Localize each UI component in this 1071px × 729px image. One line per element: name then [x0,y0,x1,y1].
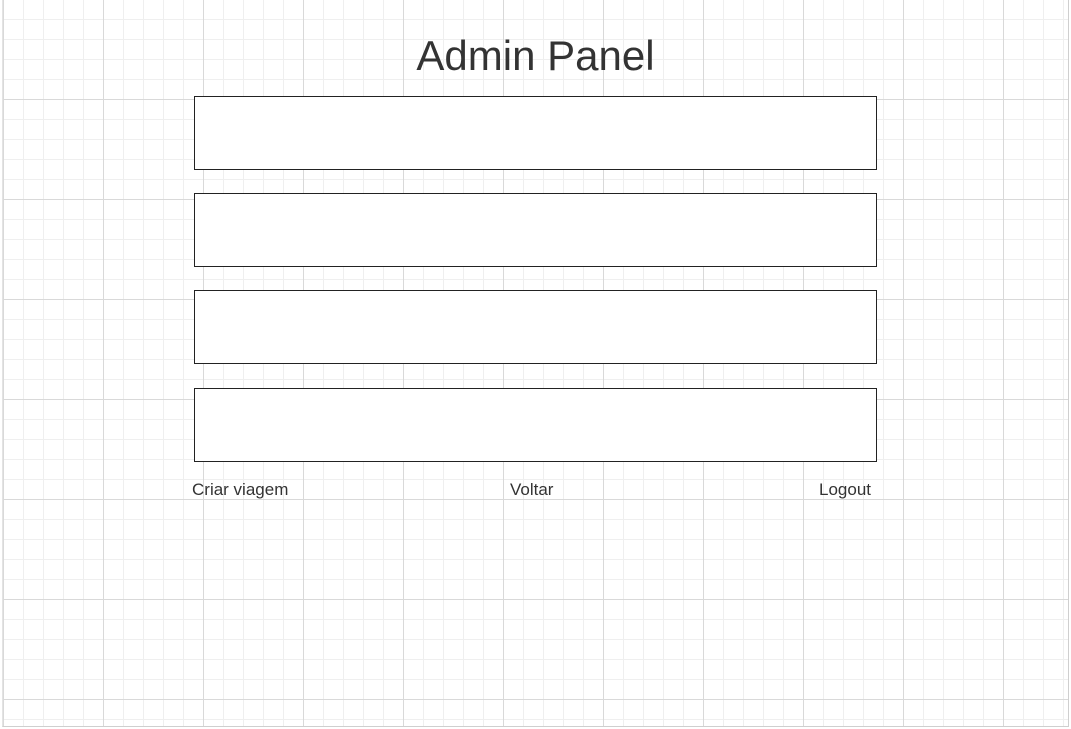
admin-panel-box-3[interactable] [194,290,877,364]
create-trip-link[interactable]: Criar viagem [192,480,288,500]
admin-panel-box-1[interactable] [194,96,877,170]
back-link[interactable]: Voltar [510,480,553,500]
logout-link[interactable]: Logout [819,480,871,500]
admin-panel-box-2[interactable] [194,193,877,267]
page-title: Admin Panel [416,32,655,79]
admin-panel-box-4[interactable] [194,388,877,462]
